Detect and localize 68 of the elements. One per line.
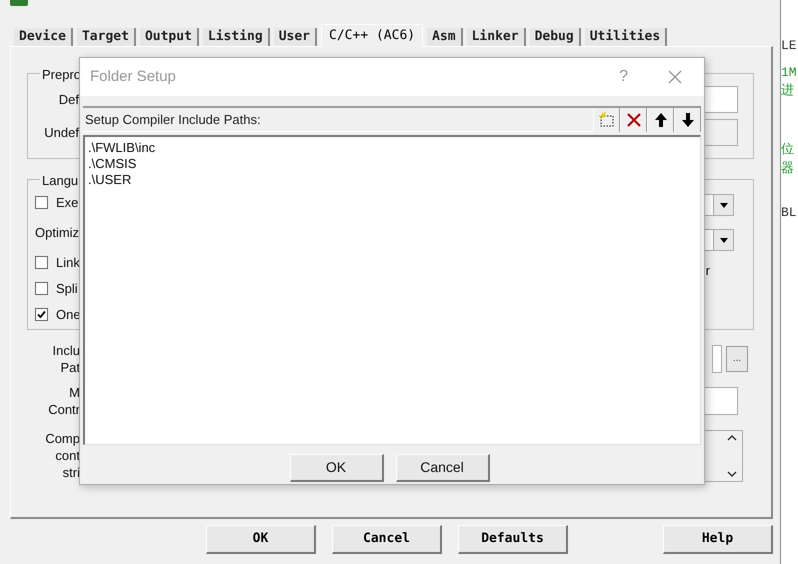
- code-text: 进: [781, 82, 795, 99]
- browse-button[interactable]: ...: [726, 346, 748, 372]
- checkbox-label: Link: [56, 254, 80, 272]
- dialog-button[interactable]: Cancel: [332, 524, 442, 554]
- dialog-button[interactable]: Help: [663, 524, 773, 554]
- up-arrow-button[interactable]: [647, 108, 674, 132]
- field-label: Pat: [59, 359, 80, 376]
- close-button[interactable]: [668, 70, 682, 84]
- tab[interactable]: Listing: [202, 28, 270, 46]
- code-text: 器: [781, 160, 795, 177]
- checkbox[interactable]: [35, 196, 48, 209]
- code-text: 1M: [781, 64, 798, 81]
- scroll-down-icon[interactable]: [727, 471, 737, 477]
- tab[interactable]: C/C++ (AC6): [321, 24, 424, 47]
- list-heading: Setup Compiler Include Paths:: [85, 110, 261, 129]
- new-folder-button[interactable]: [593, 108, 620, 132]
- tab[interactable]: User: [274, 28, 318, 46]
- tab[interactable]: Target: [76, 28, 136, 46]
- code-text: LE: [781, 37, 798, 54]
- option-label: r: [706, 262, 710, 280]
- list-item[interactable]: .\USER: [88, 172, 700, 188]
- checkbox[interactable]: [35, 282, 48, 295]
- checkbox[interactable]: [35, 256, 48, 269]
- dialog-title: Folder Setup: [90, 66, 177, 87]
- tab[interactable]: Device: [14, 28, 73, 46]
- include-paths-field[interactable]: [712, 345, 722, 373]
- misc-controls-field[interactable]: [704, 387, 738, 415]
- code-text: 位: [781, 141, 795, 158]
- dropdown[interactable]: [704, 229, 734, 251]
- field-label: Contr: [47, 401, 80, 418]
- down-arrow-icon: [680, 112, 694, 128]
- field-label: Undef: [43, 124, 79, 142]
- tab[interactable]: Linker: [466, 28, 526, 46]
- tab[interactable]: Utilities: [584, 28, 668, 46]
- checkbox-label: Exe: [56, 194, 78, 212]
- define-field[interactable]: [704, 86, 738, 113]
- checkbox[interactable]: [35, 308, 48, 321]
- dialog-button[interactable]: Cancel: [396, 454, 490, 482]
- checkbox-label: Spli: [56, 280, 78, 298]
- field-label: Inclu: [52, 342, 80, 359]
- delete-icon: [626, 112, 642, 128]
- field-label: cont: [54, 447, 80, 464]
- tab[interactable]: Output: [140, 28, 199, 46]
- down-arrow-button[interactable]: [674, 108, 701, 132]
- app-icon: [10, 0, 28, 6]
- list-item[interactable]: .\FWLIB\inc: [88, 140, 700, 156]
- checkbox-label: One: [56, 306, 81, 324]
- up-arrow-icon: [654, 112, 668, 128]
- compiler-string-field[interactable]: [703, 430, 743, 482]
- field-label: stri: [62, 464, 80, 481]
- tab[interactable]: Asm: [427, 28, 463, 46]
- caret-icon: [720, 202, 728, 208]
- field-label: Def: [58, 90, 79, 109]
- field-label: Optimiz: [35, 224, 80, 242]
- dialog-button[interactable]: Defaults: [458, 524, 568, 554]
- field-label: Comp: [44, 430, 80, 447]
- caret-icon: [720, 238, 728, 242]
- list-item[interactable]: .\CMSIS: [88, 156, 700, 172]
- new-folder-icon: [598, 112, 616, 128]
- undefine-field[interactable]: [704, 119, 738, 146]
- code-text: BL: [781, 204, 798, 221]
- tab[interactable]: Debug: [530, 28, 581, 46]
- delete-button[interactable]: [620, 108, 647, 132]
- scroll-up-icon[interactable]: [727, 435, 737, 441]
- field-label: M: [68, 384, 80, 401]
- dropdown[interactable]: [704, 194, 734, 216]
- dialog-button[interactable]: OK: [206, 524, 316, 554]
- dialog-button[interactable]: OK: [290, 454, 384, 482]
